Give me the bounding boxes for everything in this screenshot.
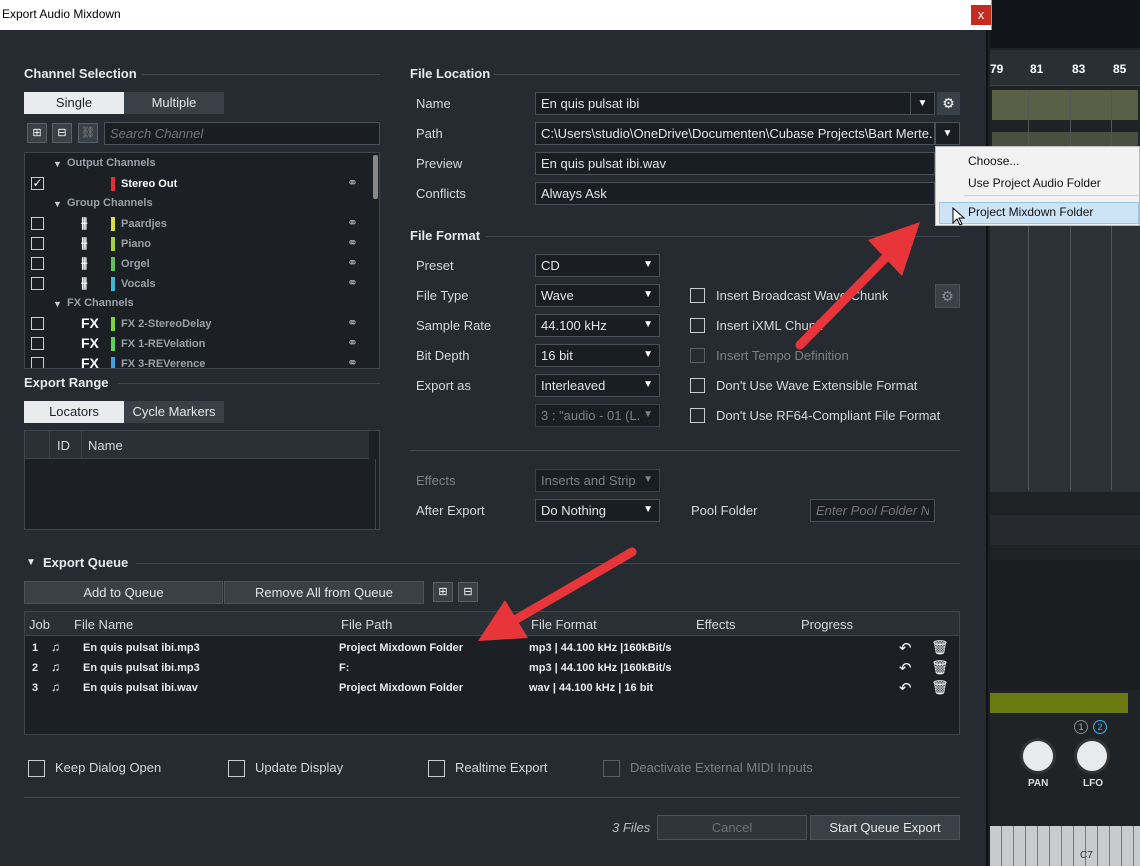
annotation-arrows: [478, 222, 920, 641]
annotation-arrow-bottom: [478, 547, 637, 641]
annotation-arrow-top: [795, 222, 920, 350]
